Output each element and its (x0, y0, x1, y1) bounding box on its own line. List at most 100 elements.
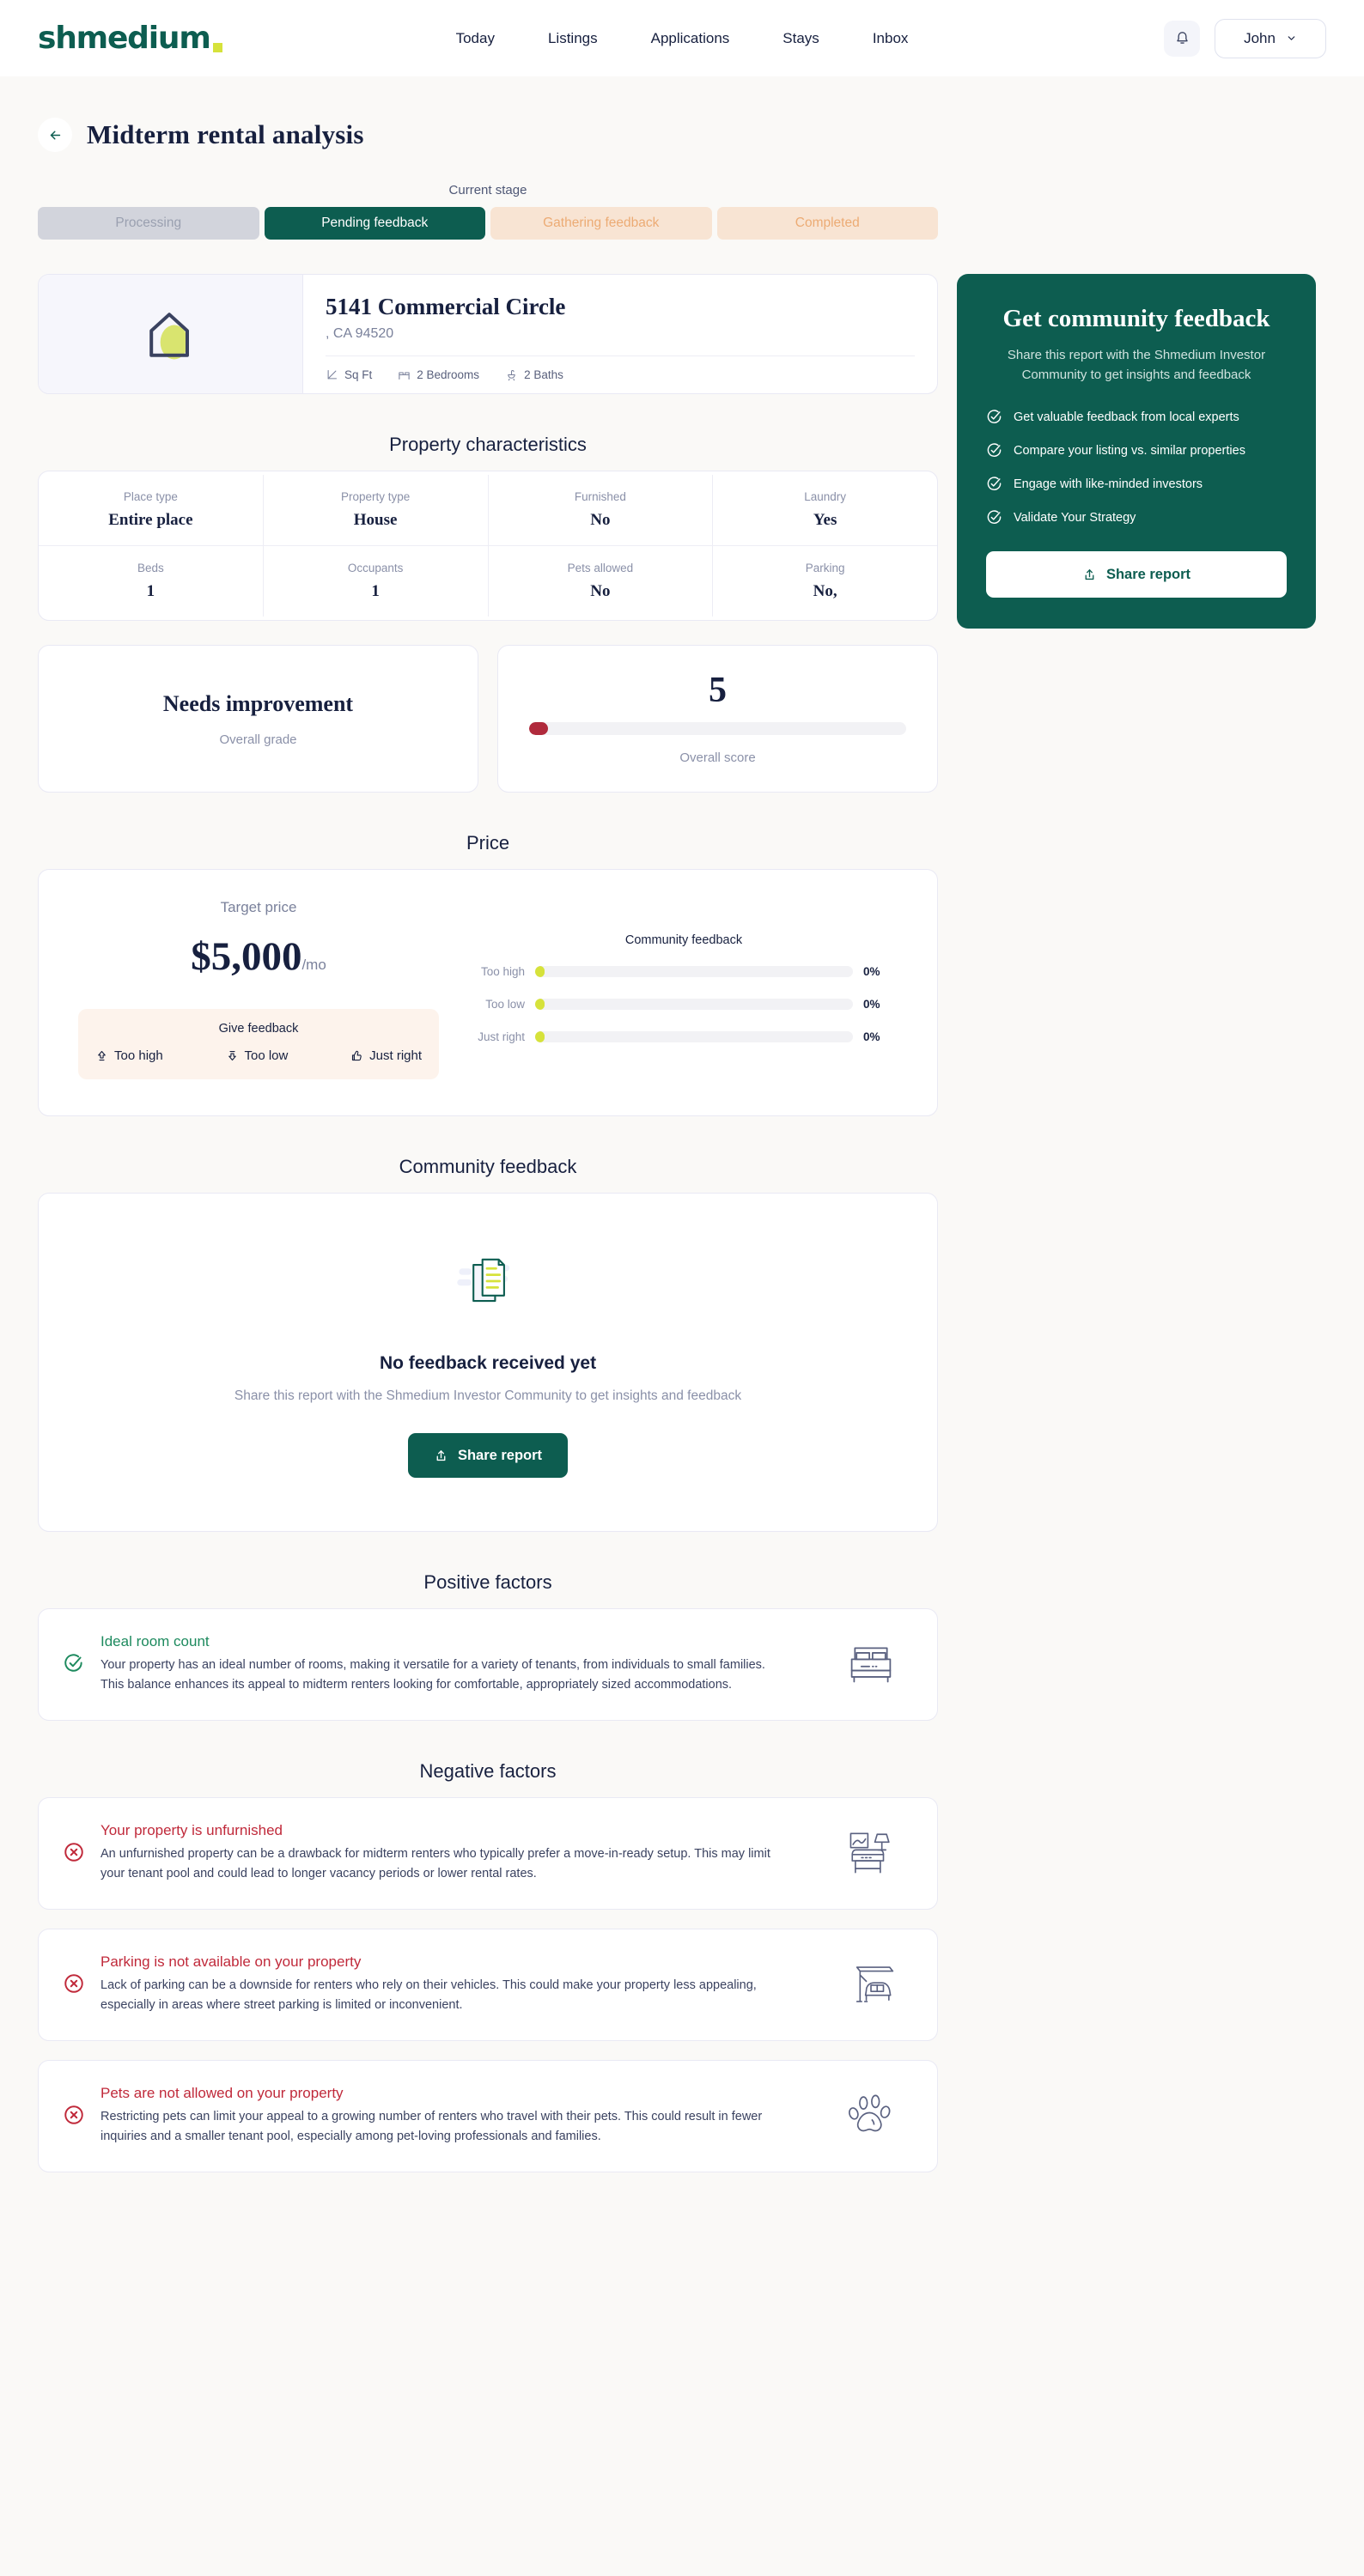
share-icon (1085, 568, 1094, 580)
overall-grade-card: Needs improvement Overall grade (38, 645, 478, 793)
target-price-amount: $5,000/mo (191, 933, 326, 980)
community-bar-pct: 0% (863, 1030, 880, 1043)
share-icon (436, 1449, 446, 1461)
get-community-feedback-title: Get community feedback (1002, 305, 1270, 332)
bell-icon (1176, 32, 1188, 44)
current-stage-section: Current stage Processing Pending feedbac… (38, 183, 938, 240)
negative-factor-body: Pets are not allowed on your property Re… (100, 2085, 819, 2148)
get-community-feedback-subtitle: Share this report with the Shmedium Inve… (1007, 348, 1266, 382)
benefit-item-label: Engage with like-minded investors (1014, 477, 1203, 491)
get-community-feedback-panel: Get community feedback Share this report… (957, 274, 1316, 629)
characteristic-key: Place type (123, 490, 178, 503)
target-price-value: $5,000 (191, 934, 302, 979)
community-bar-row-too-low: Too low 0% (470, 998, 898, 1011)
overall-score-value: 5 (709, 671, 727, 710)
thumbs-up-icon (352, 1050, 362, 1061)
community-bar-label: Too high (480, 965, 525, 978)
characteristic-key: Furnished (574, 490, 626, 503)
nav-link-today[interactable]: Today (456, 30, 495, 47)
characteristic-value: No, (813, 582, 837, 600)
chevron-down-icon (1288, 36, 1295, 40)
x-circle-icon (64, 1843, 83, 1862)
community-bar-track (535, 966, 853, 977)
brand-logo-dot (212, 42, 222, 52)
property-location: , CA 94520 (326, 326, 394, 341)
property-info: 5141 Commercial Circle , CA 94520 Sq Ft (303, 275, 937, 393)
page-content: Current stage Processing Pending feedbac… (0, 183, 1364, 2191)
characteristic-value: No (590, 511, 611, 529)
notifications-button[interactable] (1164, 20, 1200, 57)
community-bar-fill (535, 999, 545, 1010)
benefit-item: Validate Your Strategy (986, 509, 1287, 526)
target-price-period: /mo (301, 957, 326, 973)
check-circle-icon (987, 443, 1002, 457)
negative-factor-art (834, 1829, 908, 1877)
primary-nav-links: Today Listings Applications Stays Inbox (456, 30, 909, 47)
overall-score-card: 5 Overall score (497, 645, 938, 793)
overall-score-track (529, 722, 906, 735)
share-report-button-label: Share report (457, 1447, 543, 1463)
current-stage-label: Current stage (448, 183, 527, 197)
characteristic-key: Occupants (347, 562, 404, 574)
check-circle-icon (64, 1654, 82, 1672)
back-button[interactable] (38, 118, 72, 152)
positive-factor-art (834, 1640, 908, 1688)
nav-right-group: John (1164, 18, 1326, 58)
bed-art-icon (850, 1647, 892, 1683)
negative-factor-desc: Restricting pets can limit your appeal t… (100, 2109, 763, 2144)
negative-factor-item: Your property is unfurnished An unfurnis… (38, 1796, 938, 1910)
overall-score-caption: Overall score (679, 750, 756, 765)
page-title: Midterm rental analysis (87, 119, 364, 149)
negative-factor-item: Pets are not allowed on your property Re… (38, 2059, 938, 2172)
characteristic-value: Entire place (108, 511, 193, 529)
benefit-item-label: Get valuable feedback from local experts (1014, 410, 1239, 424)
characteristic-parking: Parking No, (713, 546, 937, 617)
factor-status-icon-wrap (63, 2104, 85, 2130)
nav-link-applications[interactable]: Applications (651, 30, 730, 47)
check-circle-icon (987, 477, 1002, 490)
x-circle-icon (64, 1974, 83, 1993)
characteristic-value: Yes (813, 511, 837, 529)
stage-chip-completed[interactable]: Completed (716, 207, 938, 240)
feedback-option-just-right[interactable]: Just right (350, 1048, 422, 1063)
property-spec-bedrooms: 2 Bedrooms (398, 368, 479, 381)
give-feedback-options: Too high Too low Just right (92, 1048, 425, 1063)
stage-chip-pending-feedback[interactable]: Pending feedback (264, 207, 485, 240)
community-feedback-empty-card: No feedback received yet Share this repo… (38, 1193, 938, 1532)
feedback-option-too-high[interactable]: Too high (95, 1048, 163, 1063)
brand-logo-text: shmedium (38, 20, 211, 56)
negative-factors-title: Negative factors (419, 1759, 557, 1782)
community-feedback-title: Community feedback (399, 1156, 577, 1177)
feedback-option-label: Too low (244, 1048, 289, 1063)
negative-factor-art (834, 2092, 908, 2140)
property-spec-bedrooms-label: 2 Bedrooms (417, 368, 480, 381)
stage-chip-gathering-feedback[interactable]: Gathering feedback (490, 207, 712, 240)
community-bar-label: Too low (485, 998, 525, 1011)
brand-logo[interactable]: shmedium (38, 20, 222, 56)
stage-chip-processing[interactable]: Processing (38, 207, 259, 240)
overall-grade-caption: Overall grade (219, 732, 297, 747)
characteristic-value: 1 (371, 582, 380, 600)
user-menu-button[interactable]: John (1215, 18, 1326, 58)
overall-score-fill (529, 722, 548, 735)
community-bar-pct: 0% (863, 965, 880, 978)
property-spec-sqft-label: Sq Ft (344, 368, 373, 381)
positive-factor-item: Ideal room count Your property has an id… (38, 1608, 938, 1721)
characteristic-laundry: Laundry Yes (713, 475, 937, 545)
community-bar-row-just-right: Just right 0% (470, 1030, 898, 1043)
feedback-option-too-low[interactable]: Too low (226, 1048, 289, 1063)
stage-progress-bar: Processing Pending feedback Gathering fe… (38, 207, 938, 240)
price-title: Price (466, 832, 510, 854)
give-feedback-title: Give feedback (218, 1022, 299, 1036)
nav-link-listings[interactable]: Listings (548, 30, 598, 47)
nav-link-inbox[interactable]: Inbox (873, 30, 909, 47)
nav-link-stays[interactable]: Stays (782, 30, 819, 47)
factor-status-icon-wrap (63, 1972, 85, 1999)
arrow-down-icon (228, 1050, 236, 1061)
community-bar-fill (535, 1031, 545, 1042)
characteristic-value: No (590, 582, 611, 600)
share-report-button-main[interactable]: Share report (407, 1433, 569, 1478)
share-report-button-panel[interactable]: Share report (986, 551, 1287, 598)
top-navigation-bar: shmedium Today Listings Applications Sta… (0, 0, 1364, 76)
community-feedback-empty-title: No feedback received yet (379, 1353, 597, 1373)
